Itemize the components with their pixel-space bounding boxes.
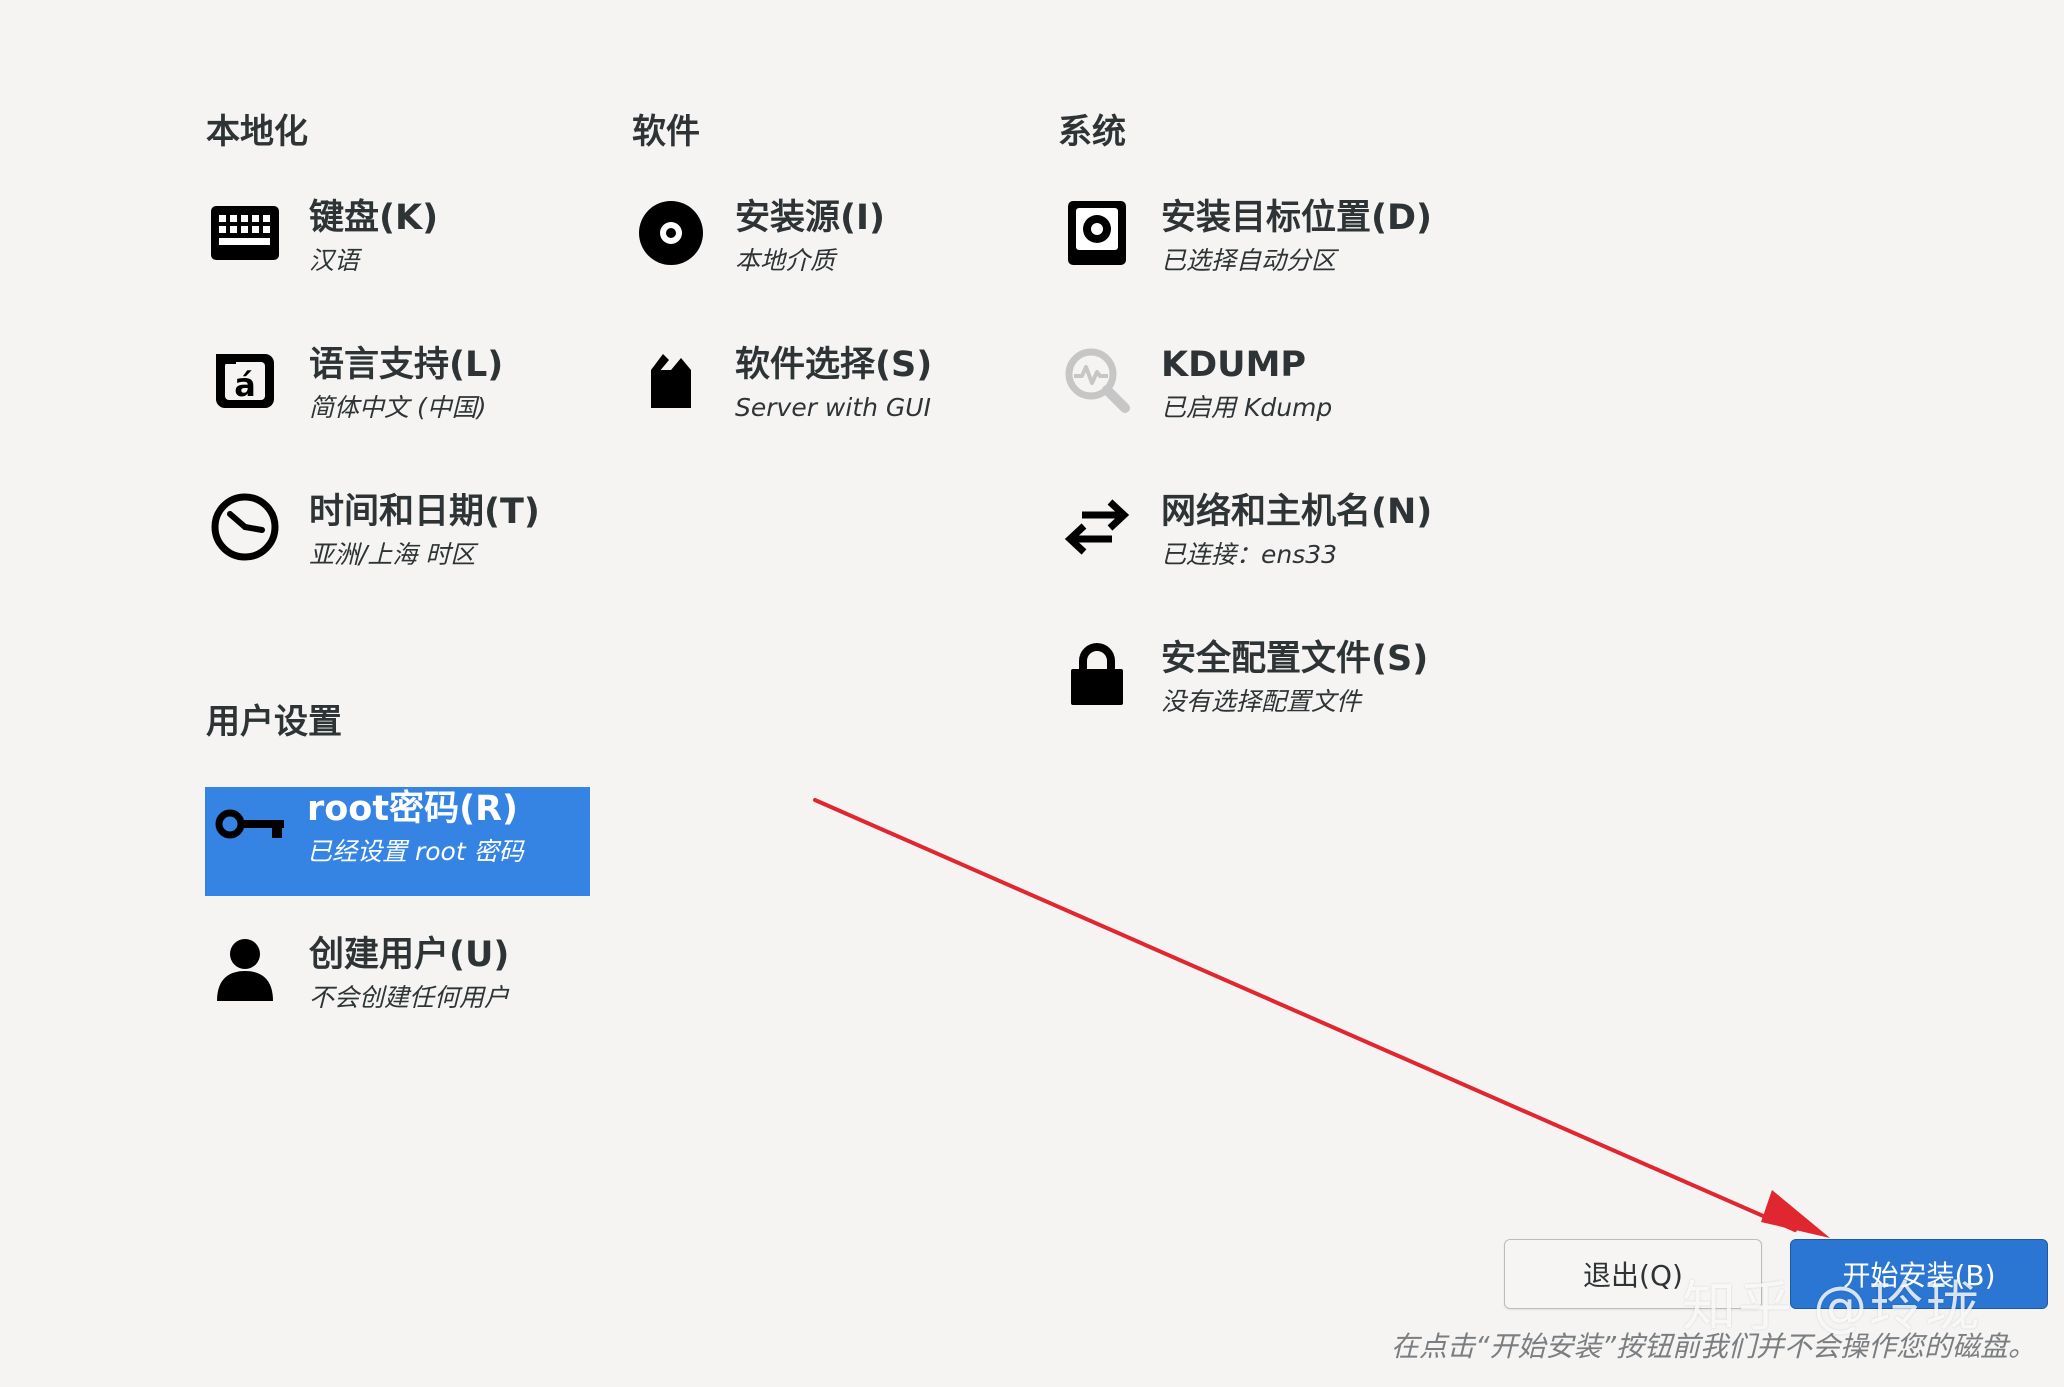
spoke-software-selection-text: 软件选择(S) Server with GUI <box>735 343 932 425</box>
spoke-install-destination[interactable]: 安装目标位置(D) 已选择自动分区 <box>1060 196 1520 296</box>
spoke-language-text: 语言支持(L) 简体中文 (中国) <box>309 343 503 425</box>
spoke-install-destination-text: 安装目标位置(D) 已选择自动分区 <box>1161 196 1432 278</box>
clock-icon <box>208 490 282 564</box>
spoke-security-status: 没有选择配置文件 <box>1161 687 1362 716</box>
spoke-create-user-text: 创建用户(U) 不会创建任何用户 <box>309 933 509 1015</box>
package-icon <box>634 343 708 417</box>
spoke-datetime[interactable]: 时间和日期(T) 亚洲/上海 时区 <box>208 490 568 590</box>
annotation-arrow-shaft <box>813 798 1797 1232</box>
spoke-kdump-status: 已启用 Kdump <box>1161 393 1333 422</box>
spoke-network-text: 网络和主机名(N) 已连接：ens33 <box>1161 490 1432 572</box>
watermark: 知乎 @玲珑 <box>1682 1275 1982 1338</box>
spoke-root-password-text: root密码(R) 已经设置 root 密码 <box>307 787 524 869</box>
magnifier-icon <box>1060 343 1134 417</box>
spoke-keyboard-text: 键盘(K) 汉语 <box>309 196 438 278</box>
language-icon: á <box>208 343 282 417</box>
spoke-keyboard-title: 键盘(K) <box>309 198 439 238</box>
spoke-datetime-title: 时间和日期(T) <box>309 492 540 532</box>
spoke-create-user-title: 创建用户(U) <box>309 935 510 975</box>
spoke-install-source-status: 本地介质 <box>735 246 836 275</box>
section-title-localization: 本地化 <box>206 112 308 152</box>
keyboard-icon <box>208 196 282 270</box>
network-arrows-icon <box>1060 490 1134 564</box>
spoke-software-selection[interactable]: 软件选择(S) Server with GUI <box>634 343 994 443</box>
spoke-datetime-status: 亚洲/上海 时区 <box>309 540 476 569</box>
spoke-datetime-text: 时间和日期(T) 亚洲/上海 时区 <box>309 490 540 572</box>
user-icon <box>208 933 282 1007</box>
spoke-keyboard-status: 汉语 <box>309 246 360 275</box>
spoke-security[interactable]: 安全配置文件(S) 没有选择配置文件 <box>1060 637 1520 737</box>
spoke-network[interactable]: 网络和主机名(N) 已连接：ens33 <box>1060 490 1520 590</box>
spoke-software-selection-status: Server with GUI <box>735 393 931 422</box>
spoke-root-password-title: root密码(R) <box>307 789 519 829</box>
spoke-keyboard[interactable]: 键盘(K) 汉语 <box>208 196 568 296</box>
svg-text:á: á <box>234 366 256 404</box>
disc-icon <box>634 196 708 270</box>
spoke-root-password[interactable]: root密码(R) 已经设置 root 密码 <box>205 787 590 896</box>
spoke-install-source[interactable]: 安装源(I) 本地介质 <box>634 196 994 296</box>
spoke-kdump-title: KDUMP <box>1161 345 1307 385</box>
spoke-install-destination-status: 已选择自动分区 <box>1161 246 1337 275</box>
section-title-system: 系统 <box>1058 112 1126 152</box>
section-title-software: 软件 <box>632 112 700 152</box>
spoke-security-title: 安全配置文件(S) <box>1161 639 1429 679</box>
section-title-user-settings: 用户设置 <box>206 702 342 742</box>
spoke-network-status: 已连接：ens33 <box>1161 540 1338 569</box>
spoke-root-password-status: 已经设置 root 密码 <box>307 837 524 866</box>
spoke-install-source-text: 安装源(I) 本地介质 <box>735 196 885 278</box>
spoke-security-text: 安全配置文件(S) 没有选择配置文件 <box>1161 637 1428 719</box>
spoke-install-destination-title: 安装目标位置(D) <box>1161 198 1433 238</box>
key-icon <box>213 787 287 861</box>
spoke-create-user-status: 不会创建任何用户 <box>309 983 510 1012</box>
lock-icon <box>1060 637 1134 711</box>
spoke-install-source-title: 安装源(I) <box>735 198 886 238</box>
harddisk-icon <box>1060 196 1134 270</box>
spoke-kdump-text: KDUMP 已启用 Kdump <box>1161 343 1332 425</box>
spoke-language[interactable]: á 语言支持(L) 简体中文 (中国) <box>208 343 568 443</box>
spoke-network-title: 网络和主机名(N) <box>1161 492 1433 532</box>
spoke-software-selection-title: 软件选择(S) <box>735 345 933 385</box>
spoke-kdump[interactable]: KDUMP 已启用 Kdump <box>1060 343 1520 443</box>
spoke-language-status: 简体中文 (中国) <box>309 393 487 422</box>
spoke-create-user[interactable]: 创建用户(U) 不会创建任何用户 <box>208 933 588 1033</box>
annotation-arrow-head <box>1761 1190 1830 1238</box>
spoke-language-title: 语言支持(L) <box>309 345 504 385</box>
